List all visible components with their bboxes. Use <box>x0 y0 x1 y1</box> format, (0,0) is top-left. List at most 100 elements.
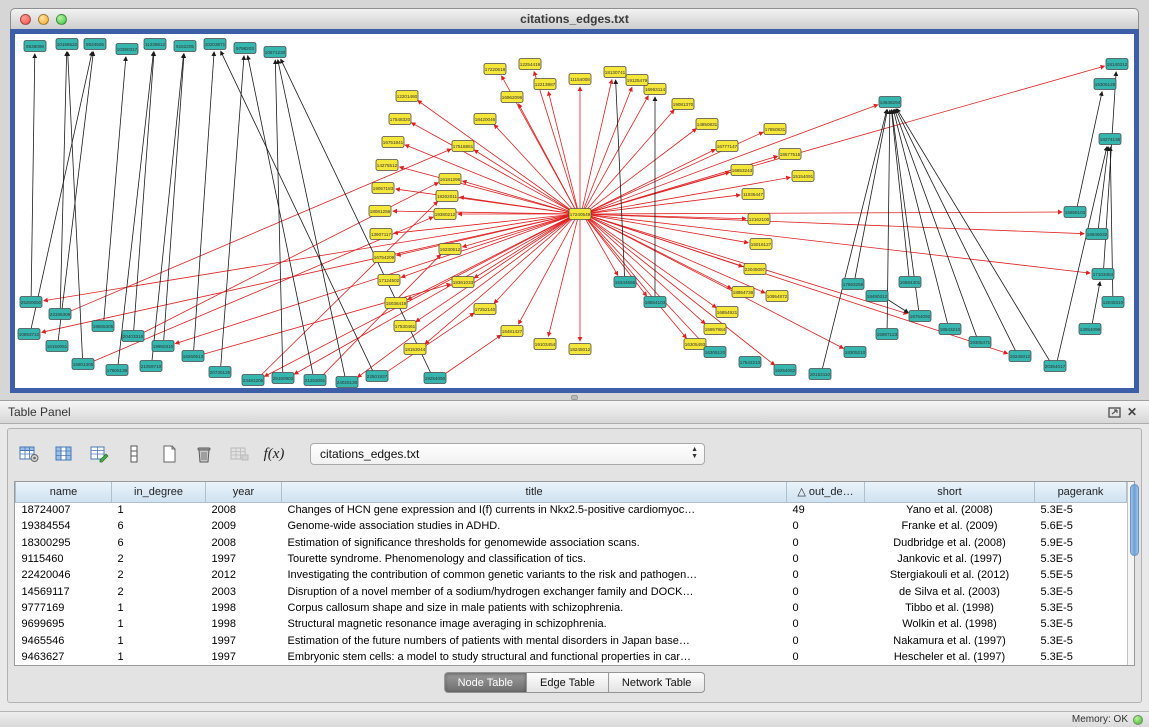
close-button[interactable] <box>20 14 31 25</box>
graph-node[interactable]: 16305493 <box>684 339 706 350</box>
graph-node[interactable]: 9536098 <box>24 41 46 52</box>
show-columns-icon[interactable] <box>51 441 77 467</box>
graph-edge[interactable] <box>31 52 92 328</box>
graph-node[interactable]: 13054098 <box>1079 324 1101 335</box>
graph-node[interactable]: 11036447 <box>742 189 764 200</box>
graph-node[interactable]: 18130741 <box>604 67 626 78</box>
graph-edge[interactable] <box>587 110 674 210</box>
graph-node[interactable]: 14275512 <box>376 160 398 171</box>
graph-node[interactable]: 15344556 <box>614 277 636 288</box>
graph-edge[interactable] <box>278 60 345 376</box>
graph-node[interactable]: 11154008 <box>569 74 591 85</box>
tab-edge-table[interactable]: Edge Table <box>527 672 609 693</box>
graph-node[interactable]: 20730125 <box>209 367 231 378</box>
graph-node[interactable]: 21059710 <box>140 361 162 372</box>
graph-edge[interactable] <box>590 212 1062 214</box>
new-document-icon[interactable] <box>156 441 182 467</box>
table-row[interactable]: 946362711997Embryonic stem cells: a mode… <box>16 649 1127 665</box>
graph-node[interactable]: 9634505 <box>84 39 106 50</box>
graph-node[interactable]: 16962096 <box>501 92 523 103</box>
graph-edge[interactable] <box>400 167 571 213</box>
graph-node[interactable]: 17605139 <box>106 365 128 376</box>
graph-node[interactable]: 23481206 <box>242 375 264 386</box>
graph-node[interactable]: 10390317 <box>116 44 138 55</box>
graph-node[interactable]: 19305471 <box>969 337 991 348</box>
graph-edge[interactable] <box>393 211 570 214</box>
graph-node[interactable]: 23195309 <box>49 309 71 320</box>
graph-edge[interactable] <box>44 215 570 301</box>
graph-node[interactable]: 16584301 <box>899 277 921 288</box>
import-table-icon[interactable] <box>226 441 252 467</box>
graph-node[interactable]: 15958103 <box>1064 207 1086 218</box>
graph-node[interactable]: 16481427 <box>501 326 523 337</box>
graph-edge[interactable] <box>1092 282 1100 323</box>
graph-edge[interactable] <box>588 217 716 307</box>
edit-columns-icon[interactable] <box>86 441 112 467</box>
graph-node[interactable]: 22045097 <box>744 264 766 275</box>
graph-node[interactable]: 17252140 <box>474 304 496 315</box>
graph-edge[interactable] <box>588 218 705 324</box>
graph-node[interactable]: 16751841 <box>382 137 404 148</box>
graph-edge[interactable] <box>588 129 696 211</box>
column-header[interactable]: △ out_de… <box>787 482 865 502</box>
graph-node[interactable]: 19254082 <box>774 365 796 376</box>
graph-edge[interactable] <box>587 218 706 346</box>
graph-node[interactable]: 13907117 <box>370 229 392 240</box>
graph-node[interactable]: 18260513 <box>182 351 204 362</box>
graph-node[interactable]: 25160903 <box>272 373 294 384</box>
graph-edge[interactable] <box>893 110 947 323</box>
graph-node[interactable]: 25260650 <box>20 297 42 308</box>
graph-node[interactable]: 18274136 <box>1099 134 1121 145</box>
graph-node[interactable]: 10954872 <box>766 291 788 302</box>
graph-node[interactable]: 15957984 <box>704 324 726 335</box>
graph-node[interactable]: 18554103 <box>644 297 666 308</box>
graph-edge[interactable] <box>104 57 126 320</box>
graph-node[interactable]: 18361033 <box>452 277 474 288</box>
graph-edge[interactable] <box>534 72 577 209</box>
graph-node[interactable]: 20403315 <box>122 331 144 342</box>
memory-ok-icon[interactable] <box>1133 715 1143 725</box>
graph-edge[interactable] <box>587 218 687 338</box>
function-builder-icon[interactable]: f(x) <box>261 441 287 467</box>
tab-network-table[interactable]: Network Table <box>609 672 706 693</box>
graph-node[interactable]: 16777147 <box>716 141 738 152</box>
table-row[interactable]: 1938455462009Genome-wide association stu… <box>16 518 1127 534</box>
table-row[interactable]: 977716911998Corpus callosum shape and si… <box>16 600 1127 616</box>
graph-edge[interactable] <box>444 335 501 375</box>
graph-node[interactable]: 14850831 <box>696 119 718 130</box>
graph-edge[interactable] <box>548 92 577 208</box>
column-header[interactable]: title <box>282 482 787 502</box>
table-row[interactable]: 1830029562008Estimation of significance … <box>16 535 1127 551</box>
graph-edge[interactable] <box>31 54 35 296</box>
graph-edge[interactable] <box>582 80 611 208</box>
table-settings-icon[interactable] <box>16 441 42 467</box>
graph-edge[interactable] <box>275 60 282 372</box>
graph-node[interactable]: 10571230 <box>264 47 286 58</box>
graph-node[interactable]: 16150051 <box>46 341 68 352</box>
graph-node[interactable]: 17240549 <box>569 209 591 220</box>
graph-node[interactable]: 17518851 <box>452 141 474 152</box>
graph-node[interactable]: 17530461 <box>394 321 416 332</box>
graph-node[interactable]: 18543210 <box>939 324 961 335</box>
table-row[interactable]: 969969511998Structural magnetic resonanc… <box>16 616 1127 632</box>
graph-node[interactable]: 12045310 <box>1102 297 1124 308</box>
graph-node[interactable]: 16305120 <box>704 347 726 358</box>
column-header[interactable]: pagerank <box>1035 482 1127 502</box>
graph-node[interactable]: 10203871 <box>204 39 226 50</box>
graph-node[interactable]: 22501937 <box>366 371 388 382</box>
column-header[interactable]: in_degree <box>112 482 206 502</box>
column-header[interactable]: short <box>865 482 1035 502</box>
graph-edge[interactable] <box>221 51 373 370</box>
graph-edge[interactable] <box>590 195 740 213</box>
graph-node[interactable]: 15901305 <box>72 359 94 370</box>
graph-node[interactable]: 18153044 <box>404 344 426 355</box>
graph-node[interactable]: 10893710 <box>18 329 40 340</box>
table-scrollbar-thumb[interactable] <box>1130 484 1139 556</box>
graph-node[interactable]: 19245012 <box>1009 351 1031 362</box>
graph-node[interactable]: 19057183 <box>372 183 394 194</box>
graph-edge[interactable] <box>164 54 184 340</box>
graph-node[interactable]: 15987123 <box>876 329 898 340</box>
graph-node[interactable]: 17548320 <box>389 114 411 125</box>
graph-node[interactable]: 21253091 <box>304 375 326 386</box>
graph-edge[interactable] <box>411 123 571 211</box>
